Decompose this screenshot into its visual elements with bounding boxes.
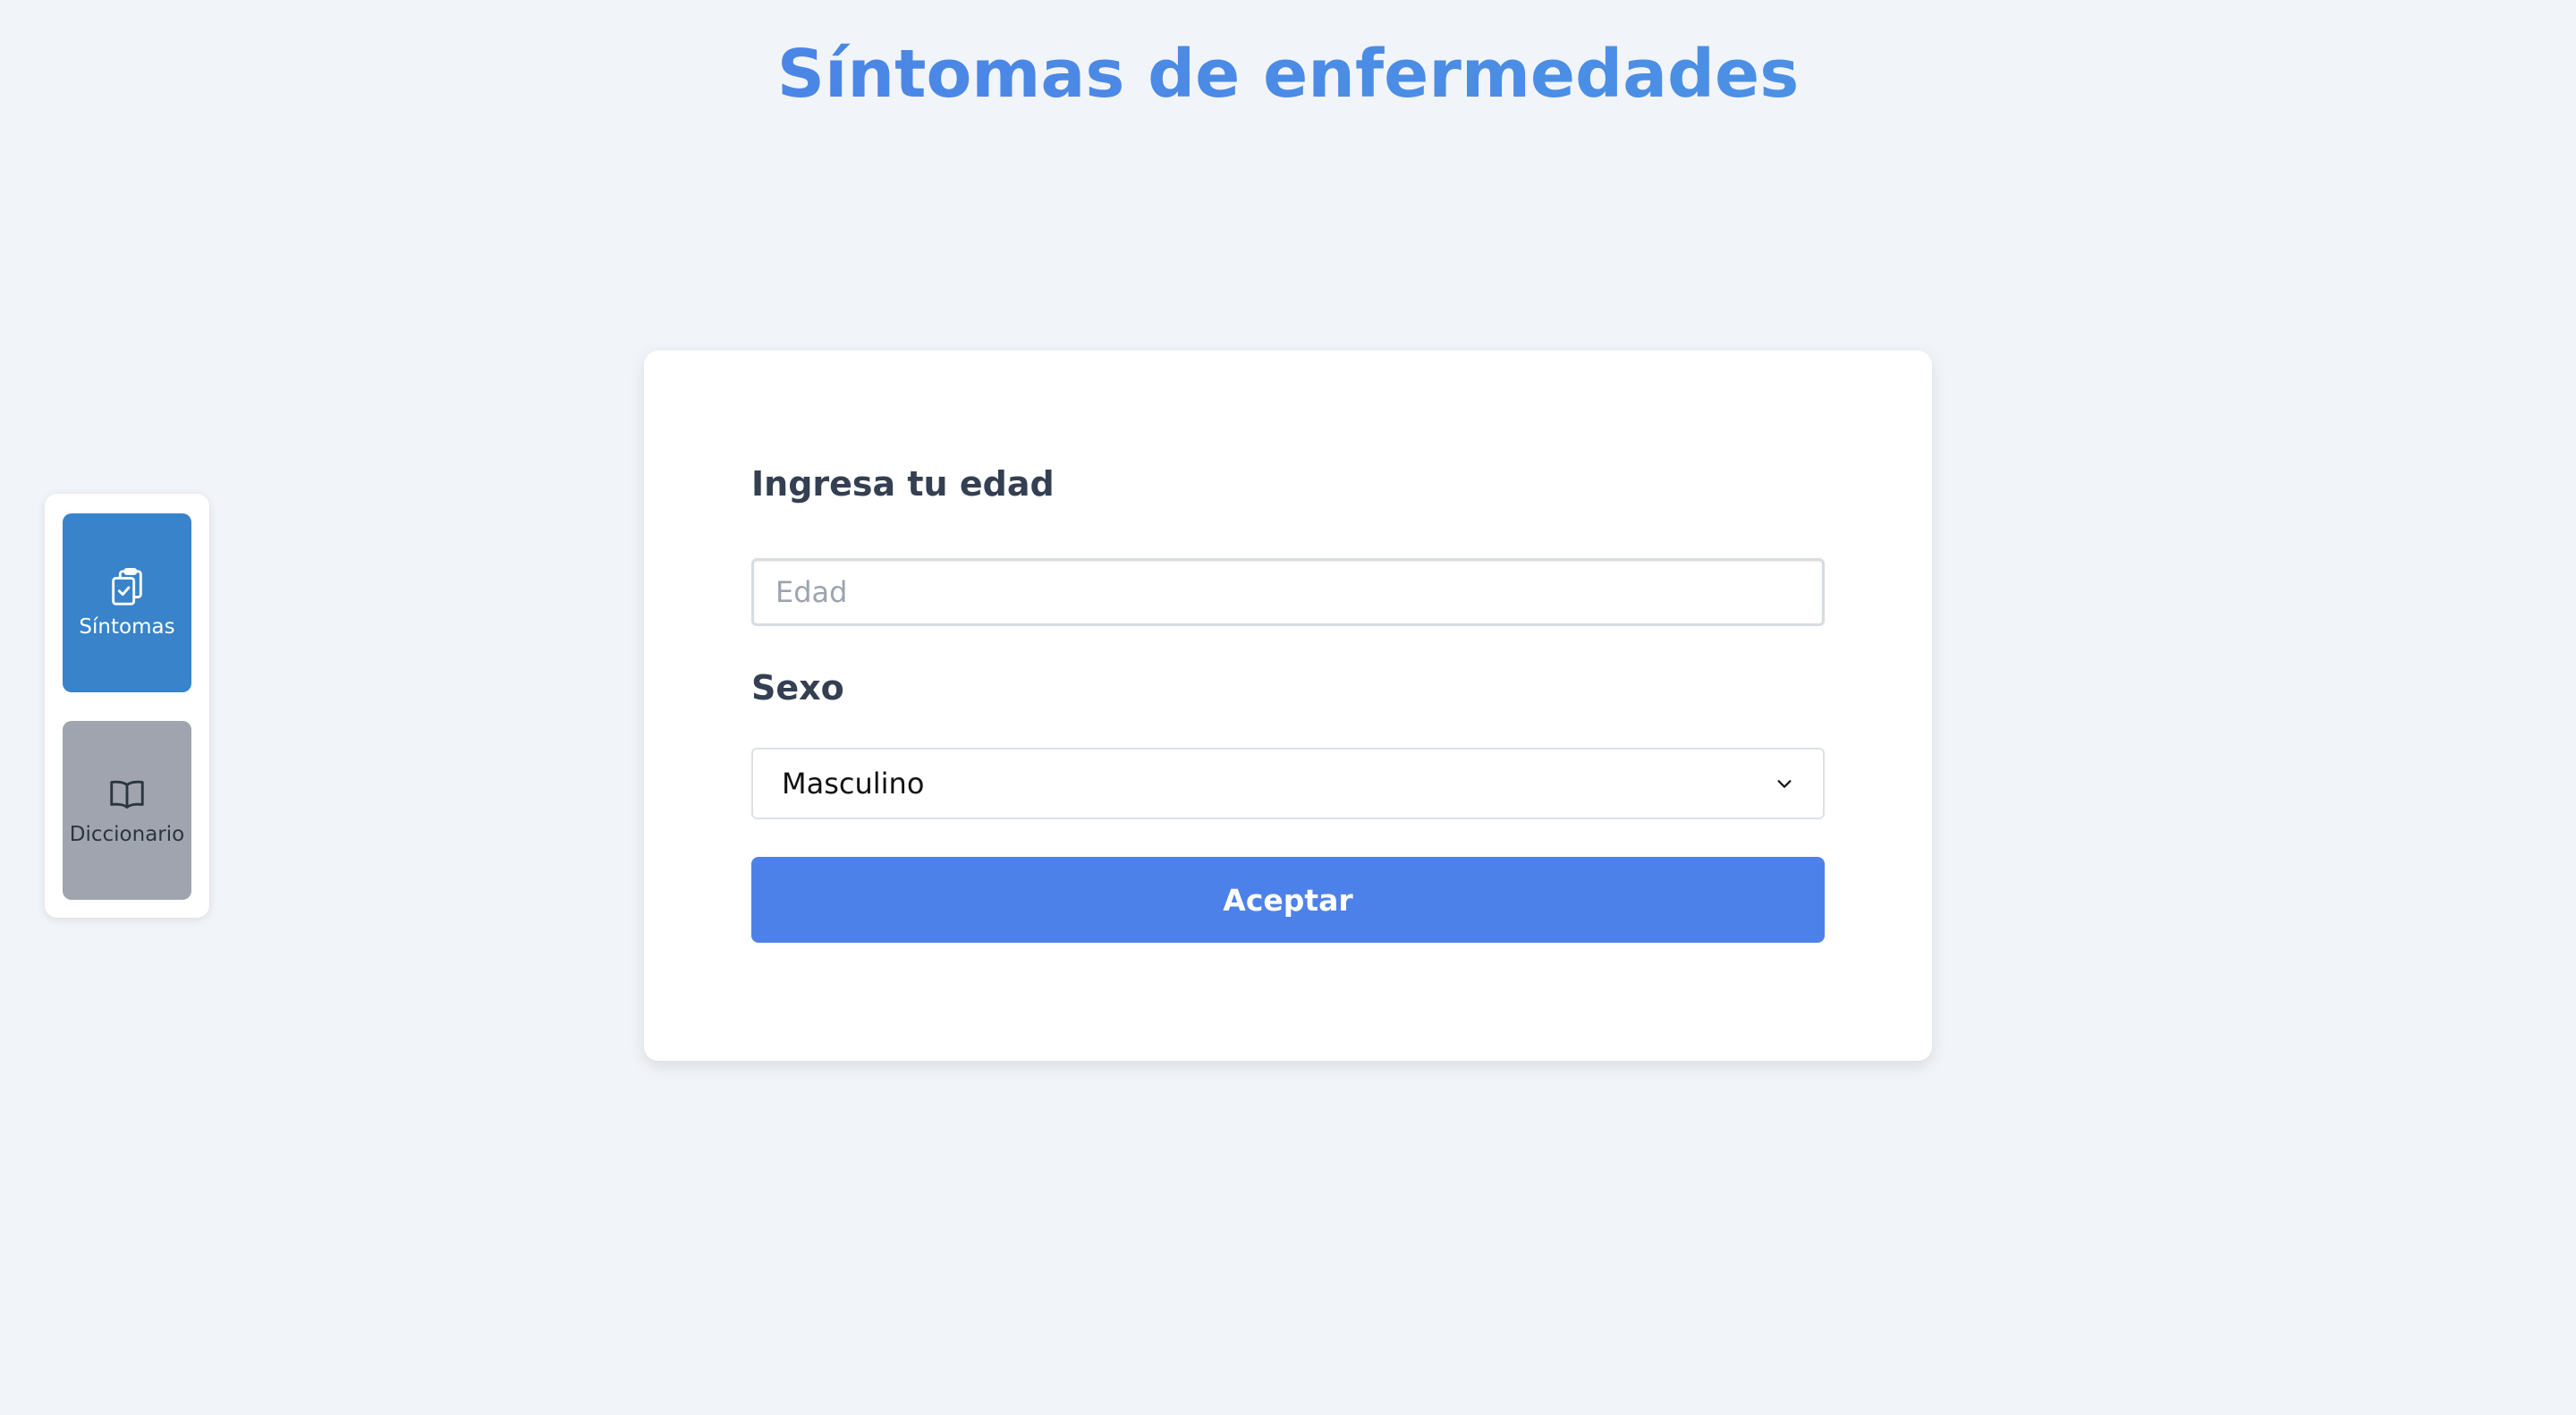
nav-item-sintomas[interactable]: Síntomas — [63, 513, 191, 692]
nav-item-label: Diccionario — [69, 823, 185, 846]
page-title: Síntomas de enfermedades — [0, 34, 2576, 114]
clipboard-check-icon — [112, 568, 142, 606]
side-nav: Síntomas Diccionario — [45, 494, 209, 918]
age-label: Ingresa tu edad — [751, 464, 1055, 504]
chevron-down-icon — [1777, 780, 1792, 788]
nav-item-label: Síntomas — [79, 615, 175, 639]
book-open-icon — [110, 780, 144, 809]
sex-select-value: Masculino — [782, 767, 925, 801]
accept-button[interactable]: Aceptar — [751, 857, 1825, 943]
sex-label: Sexo — [751, 668, 844, 708]
age-input[interactable] — [751, 558, 1825, 626]
nav-item-diccionario[interactable]: Diccionario — [63, 721, 191, 900]
sex-select[interactable]: Masculino — [751, 748, 1825, 819]
form-card: Ingresa tu edad Sexo Masculino Aceptar — [644, 351, 1932, 1061]
